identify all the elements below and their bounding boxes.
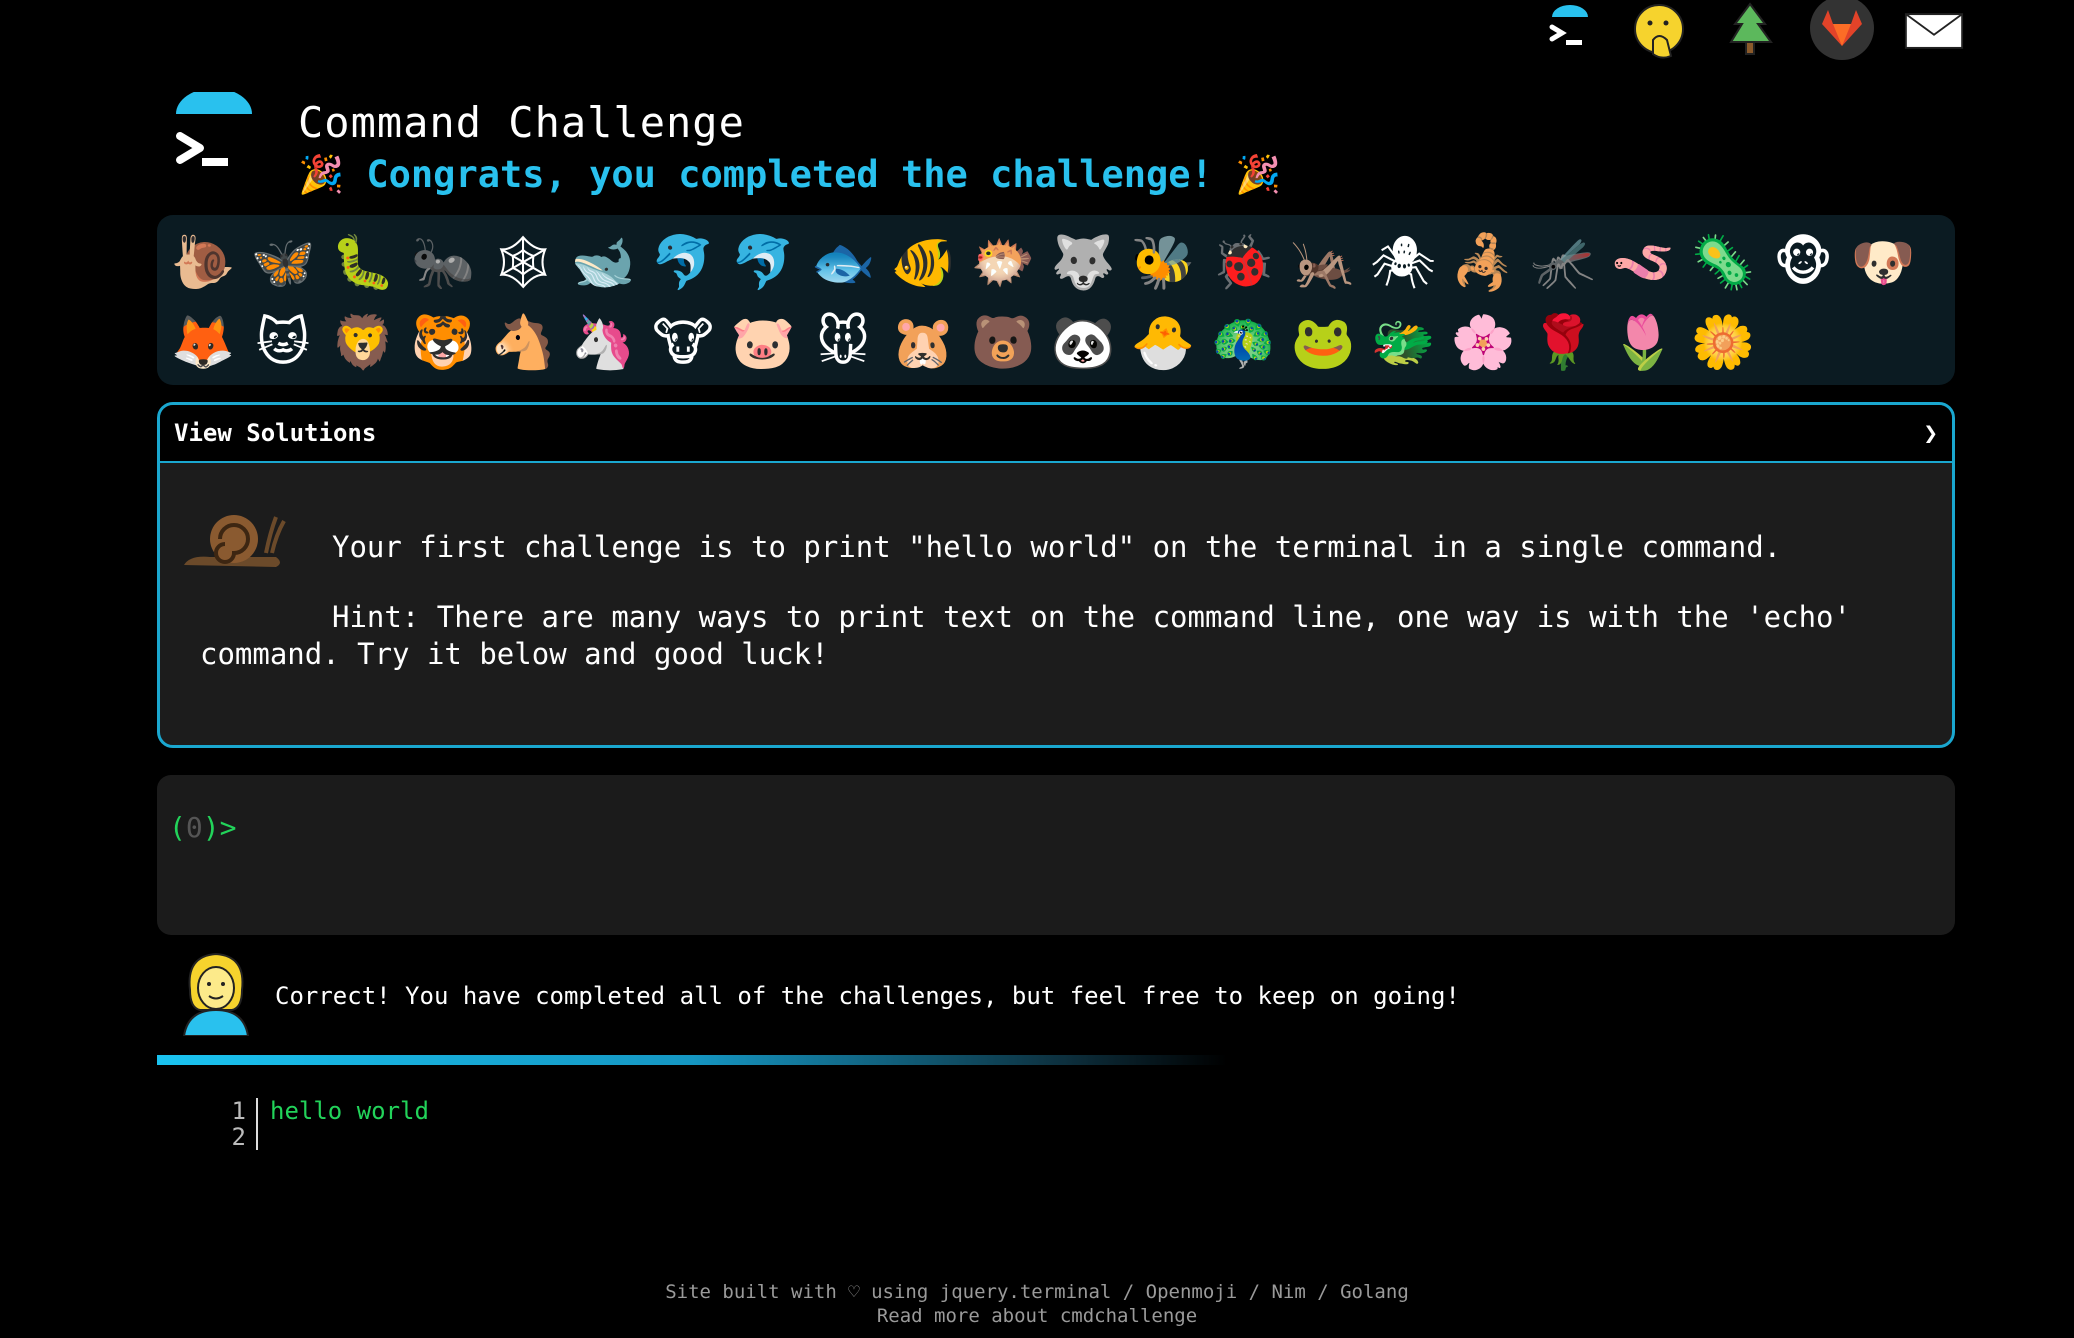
evergreen-tree-icon[interactable]	[1720, 1, 1780, 61]
challenge-emoji-icon[interactable]: 🐞	[1203, 223, 1283, 303]
top-nav	[1540, 0, 1964, 62]
read-more-link[interactable]: Read more about cmdchallenge	[0, 1304, 2074, 1328]
challenge-emoji-icon[interactable]: 🐋	[563, 223, 643, 303]
challenge-emoji-icon[interactable]: 🦊	[163, 303, 243, 383]
prompt-count: 0	[185, 811, 203, 844]
challenge-emoji-icon[interactable]: 🐮	[643, 303, 723, 383]
challenge-emoji-icon[interactable]: 🌼	[1683, 303, 1763, 383]
challenge-emoji-icon[interactable]: 🦚	[1203, 303, 1283, 383]
view-solutions-label: View Solutions	[174, 419, 377, 447]
challenge-emoji-grid: 🐌 🦋 🐛 🐜 🕸 🐋 🐬 🐬 🐟 🐠 🐡 🐺 🐝 🐞 🦗 🕷 🦂 🦟 🪱 🦠 🐵 🐶 🦊 🐱 🦁 🐯 🐴 🦄 🐮 🐷 🐭 🐹 🐻 🐼 🐣 🦚 🐸 🐲 🌸 🌹…	[157, 215, 1955, 385]
challenge-emoji-icon[interactable]: 🐺	[1043, 223, 1123, 303]
gitlab-icon[interactable]	[1810, 0, 1874, 60]
terminal-prompt: (0)>	[169, 811, 237, 844]
output-line: 1 hello world	[218, 1098, 429, 1124]
snail-icon	[180, 503, 286, 573]
challenge-emoji-icon[interactable]: 🐷	[723, 303, 803, 383]
woman-blond-hair-icon	[180, 950, 252, 1037]
challenge-emoji-icon[interactable]: 🐬	[643, 223, 723, 303]
challenge-emoji-icon[interactable]: 🐣	[1123, 303, 1203, 383]
challenge-emoji-icon[interactable]: 🐹	[883, 303, 963, 383]
challenge-emoji-icon[interactable]: 🐝	[1123, 223, 1203, 303]
output-line: 2	[218, 1124, 429, 1150]
progress-bar	[157, 1055, 1227, 1065]
chevron-right-icon: ❯	[1923, 419, 1938, 447]
footer: Site built with ♡ using jquery.terminal …	[0, 1280, 2074, 1328]
challenge-emoji-icon[interactable]: 🕸	[483, 223, 563, 303]
challenge-emoji-icon[interactable]: 🐬	[723, 223, 803, 303]
challenge-panel: View Solutions ❯ Your first challenge is…	[157, 402, 1955, 748]
terminal-input[interactable]: (0)>	[157, 775, 1955, 935]
page-header: Command Challenge 🎉 Congrats, you comple…	[172, 88, 1952, 208]
face-with-hand-over-mouth-icon[interactable]	[1630, 1, 1690, 61]
party-popper-icon: 🎉	[298, 153, 345, 196]
feedback-area: Correct! You have completed all of the c…	[180, 950, 1880, 1040]
challenge-emoji-icon[interactable]: 🐴	[483, 303, 563, 383]
challenge-emoji-icon[interactable]: 🌹	[1523, 303, 1603, 383]
challenge-emoji-icon[interactable]: 🌷	[1603, 303, 1683, 383]
challenge-emoji-icon[interactable]: 🦠	[1683, 223, 1763, 303]
view-solutions-toggle[interactable]: View Solutions ❯	[160, 405, 1952, 463]
challenge-emoji-icon[interactable]: 🐸	[1283, 303, 1363, 383]
terminal-logo-icon[interactable]	[172, 88, 256, 182]
challenge-emoji-icon[interactable]: 🐌	[163, 223, 243, 303]
challenge-emoji-icon[interactable]: 🐼	[1043, 303, 1123, 383]
congrats-message: 🎉 Congrats, you completed the challenge!…	[298, 153, 1281, 197]
challenge-emoji-icon[interactable]: 🐯	[403, 303, 483, 383]
congrats-text: Congrats, you completed the challenge!	[366, 153, 1213, 196]
challenge-emoji-icon[interactable]: 🐛	[323, 223, 403, 303]
challenge-emoji-icon[interactable]: 🦂	[1443, 223, 1523, 303]
page-title: Command Challenge	[298, 98, 745, 147]
challenge-emoji-icon[interactable]: 🦟	[1523, 223, 1603, 303]
challenge-emoji-icon[interactable]: 🦋	[243, 223, 323, 303]
envelope-icon[interactable]	[1904, 1, 1964, 61]
challenge-emoji-icon[interactable]: 🐵	[1763, 223, 1843, 303]
challenge-emoji-icon[interactable]: 🐟	[803, 223, 883, 303]
challenge-emoji-icon[interactable]: 🦁	[323, 303, 403, 383]
challenge-emoji-icon[interactable]: 🐠	[883, 223, 963, 303]
challenge-emoji-icon[interactable]: 🪱	[1603, 223, 1683, 303]
line-number: 2	[218, 1124, 258, 1150]
output-text: hello world	[270, 1097, 429, 1125]
challenge-emoji-icon[interactable]: 🦄	[563, 303, 643, 383]
challenge-emoji-icon[interactable]: 🐭	[803, 303, 883, 383]
challenge-emoji-icon[interactable]: 🕷	[1363, 223, 1443, 303]
command-output: 1 hello world 2	[218, 1098, 429, 1150]
challenge-emoji-icon[interactable]: 🐡	[963, 223, 1043, 303]
terminal-logo-icon[interactable]	[1540, 1, 1600, 61]
challenge-emoji-icon[interactable]: 🦗	[1283, 223, 1363, 303]
challenge-emoji-icon[interactable]: 🐲	[1363, 303, 1443, 383]
challenge-description: Your first challenge is to print "hello …	[332, 530, 1782, 564]
challenge-emoji-icon[interactable]: 🐻	[963, 303, 1043, 383]
challenge-hint: Hint: There are many ways to print text …	[200, 600, 1869, 671]
challenge-emoji-icon[interactable]: 🌸	[1443, 303, 1523, 383]
challenge-emoji-icon[interactable]: 🐜	[403, 223, 483, 303]
line-number: 1	[218, 1098, 258, 1124]
footer-credits[interactable]: Site built with ♡ using jquery.terminal …	[0, 1280, 2074, 1304]
party-popper-icon: 🎉	[1235, 153, 1282, 196]
challenge-emoji-icon[interactable]: 🐶	[1843, 223, 1923, 303]
feedback-message: Correct! You have completed all of the c…	[275, 982, 1460, 1010]
challenge-emoji-icon[interactable]: 🐱	[243, 303, 323, 383]
